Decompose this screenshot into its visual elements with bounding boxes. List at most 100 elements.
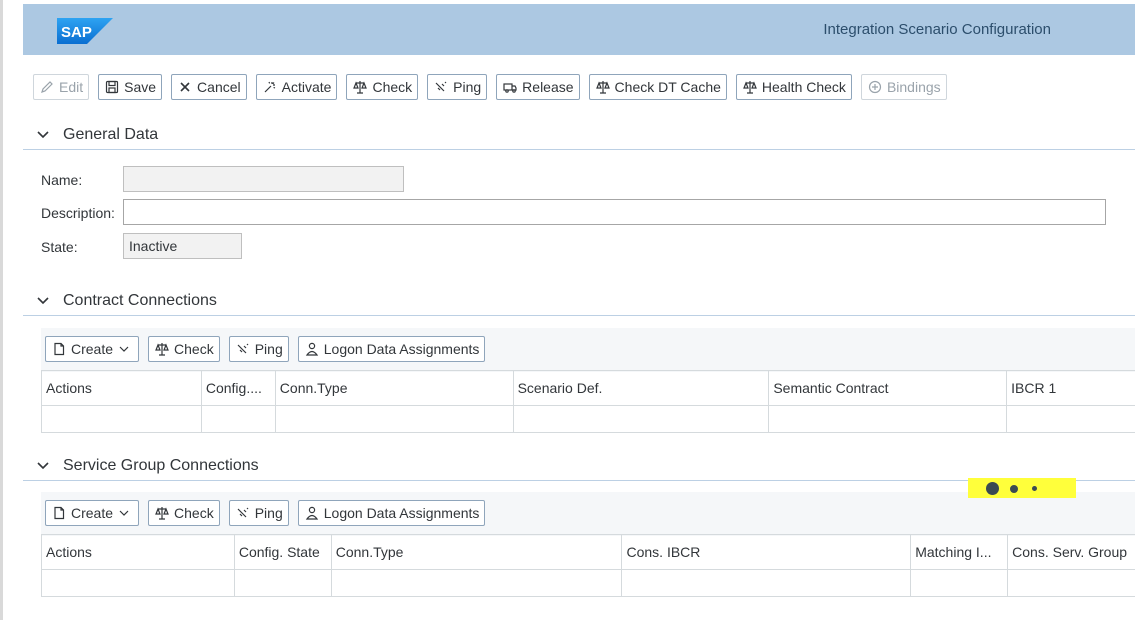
health-check-button[interactable]: Health Check xyxy=(735,74,852,100)
column-header[interactable]: Config.... xyxy=(202,371,276,405)
contract-table: Actions Config.... Conn.Type Scenario Def. S… xyxy=(41,370,1135,433)
table-header-row: Actions Config. State Conn.Type Cons. IBCR M… xyxy=(42,535,1135,570)
column-header[interactable]: Matching I... xyxy=(911,535,1009,569)
save-button[interactable]: Save xyxy=(98,74,163,100)
service-check-button[interactable]: Check xyxy=(148,500,220,526)
release-icon xyxy=(501,79,519,95)
column-header[interactable]: Actions xyxy=(42,535,235,569)
ping-icon xyxy=(234,341,252,357)
cancel-button[interactable]: Cancel xyxy=(171,74,247,100)
button-label: Ping xyxy=(453,79,482,95)
close-icon xyxy=(176,79,194,95)
state-field: Inactive xyxy=(123,233,242,259)
table-cell xyxy=(276,406,514,432)
pencil-icon xyxy=(38,79,56,95)
column-header[interactable]: IBCR 1 xyxy=(1007,371,1135,405)
check-icon xyxy=(351,79,369,95)
check-dt-cache-button[interactable]: Check DT Cache xyxy=(588,74,727,100)
section-title: General Data xyxy=(63,126,159,143)
button-label: Bindings xyxy=(886,79,941,95)
column-header[interactable]: Semantic Contract xyxy=(769,371,1008,405)
service-create-button[interactable]: Create xyxy=(45,500,140,526)
table-cell xyxy=(1007,406,1135,432)
button-label: Logon Data Assignments xyxy=(323,505,480,521)
contract-create-button[interactable]: Create xyxy=(45,336,140,362)
column-header[interactable]: Cons. Serv. Group xyxy=(1008,535,1135,569)
chevron-down-icon xyxy=(37,297,49,305)
chevron-down-icon xyxy=(115,341,133,357)
button-label: Logon Data Assignments xyxy=(323,341,480,357)
ping-icon xyxy=(234,505,252,521)
sap-logo: SAP xyxy=(57,18,113,44)
contract-logon-data-assignments-button[interactable]: Logon Data Assignments xyxy=(297,336,486,362)
section-contract-connections[interactable]: Contract Connections xyxy=(23,288,1135,316)
button-label: Check DT Cache xyxy=(614,79,721,95)
section-service-group-connections[interactable]: Service Group Connections xyxy=(23,453,1135,481)
chevron-down-icon xyxy=(37,462,49,470)
button-label: Create xyxy=(71,505,114,521)
ping-button[interactable]: Ping xyxy=(427,74,488,100)
service-ping-button[interactable]: Ping xyxy=(228,500,289,526)
check-icon xyxy=(741,79,759,95)
user-icon xyxy=(303,341,321,357)
contract-check-button[interactable]: Check xyxy=(148,336,220,362)
button-label: Activate xyxy=(281,79,332,95)
edit-button[interactable]: Edit xyxy=(33,74,90,100)
contract-ping-button[interactable]: Ping xyxy=(228,336,289,362)
ping-icon xyxy=(432,79,450,95)
create-icon xyxy=(50,341,68,357)
shell-header: SAP Integration Scenario Configuration xyxy=(23,4,1135,55)
user-icon xyxy=(303,505,321,521)
check-icon xyxy=(153,505,171,521)
save-icon xyxy=(103,79,121,95)
sap-logo-text: SAP xyxy=(61,24,92,41)
button-label: Check xyxy=(174,341,214,357)
busy-dot xyxy=(986,482,999,495)
state-label: State: xyxy=(41,239,78,255)
button-label: Ping xyxy=(254,341,283,357)
check-button[interactable]: Check xyxy=(346,74,419,100)
section-general-data[interactable]: General Data xyxy=(23,122,1135,150)
column-header[interactable]: Conn.Type xyxy=(276,371,514,405)
column-header[interactable]: Config. State xyxy=(235,535,332,569)
chevron-down-icon xyxy=(37,131,49,139)
column-header[interactable]: Scenario Def. xyxy=(514,371,770,405)
main-toolbar: Edit Save Cancel Activate Check Ping Release Ch… xyxy=(33,74,947,100)
table-cell xyxy=(1008,570,1135,596)
name-field[interactable] xyxy=(123,166,404,192)
bindings-icon xyxy=(866,79,884,95)
button-label: Check xyxy=(174,505,214,521)
check-icon xyxy=(594,79,612,95)
bindings-button[interactable]: Bindings xyxy=(860,74,947,100)
release-button[interactable]: Release xyxy=(496,74,580,100)
table-row[interactable] xyxy=(42,570,1135,597)
column-header[interactable]: Cons. IBCR xyxy=(622,535,912,569)
description-label: Description: xyxy=(41,205,115,221)
contract-toolbar: Create Check Ping Logon Data Assignments xyxy=(41,328,1135,372)
button-label: Check xyxy=(372,79,413,95)
button-label: Save xyxy=(124,79,157,95)
button-label: Cancel xyxy=(197,79,241,95)
description-field[interactable] xyxy=(123,199,1106,225)
button-label: Create xyxy=(71,341,114,357)
table-cell xyxy=(42,570,235,596)
app-title: Integration Scenario Configuration xyxy=(823,21,1051,38)
table-cell xyxy=(911,570,1009,596)
activate-button[interactable]: Activate xyxy=(255,74,338,100)
button-label: Release xyxy=(522,79,574,95)
busy-dot xyxy=(1032,486,1037,491)
table-cell xyxy=(332,570,623,596)
chevron-down-icon xyxy=(115,505,133,521)
column-header[interactable]: Actions xyxy=(42,371,202,405)
button-label: Edit xyxy=(59,79,84,95)
service-logon-data-assignments-button[interactable]: Logon Data Assignments xyxy=(297,500,486,526)
table-cell xyxy=(622,570,912,596)
service-table: Actions Config. State Conn.Type Cons. IBCR M… xyxy=(41,534,1135,597)
section-title: Service Group Connections xyxy=(63,457,259,474)
section-title: Contract Connections xyxy=(63,292,217,309)
busy-dot xyxy=(1010,485,1018,493)
column-header[interactable]: Conn.Type xyxy=(332,535,623,569)
table-row[interactable] xyxy=(42,406,1135,433)
table-cell xyxy=(514,406,770,432)
check-icon xyxy=(153,341,171,357)
